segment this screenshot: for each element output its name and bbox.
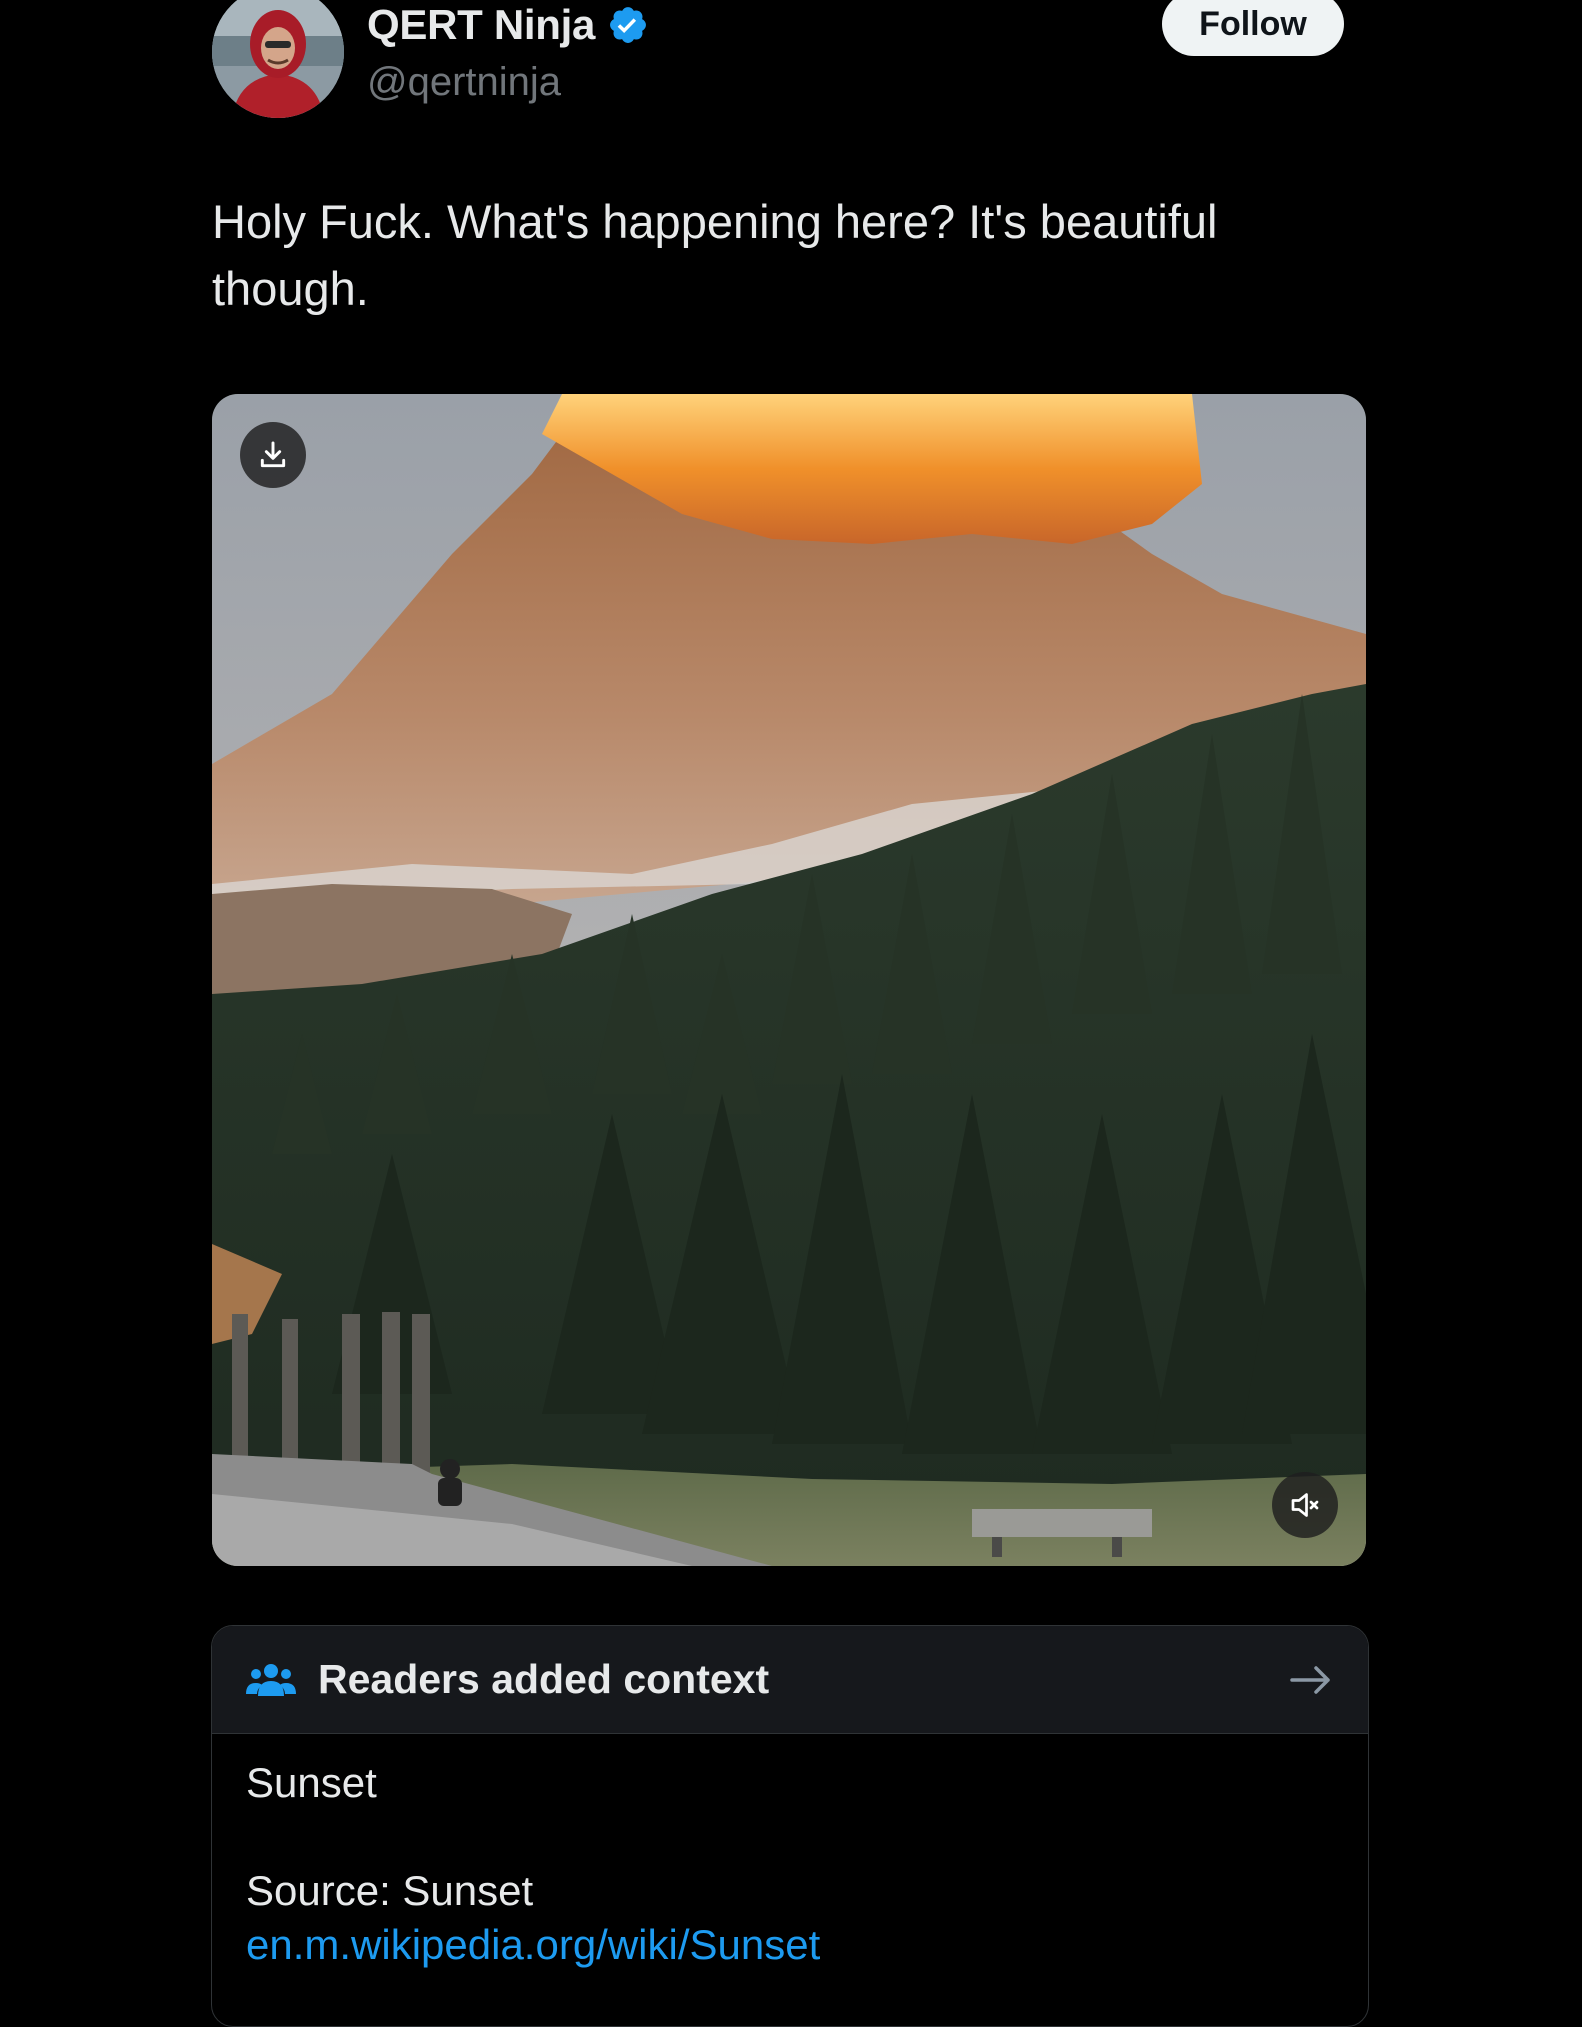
download-button[interactable]: [240, 422, 306, 488]
note-text: Sunset: [246, 1759, 377, 1806]
download-icon: [260, 441, 286, 468]
community-note-header[interactable]: Readers added context: [212, 1626, 1368, 1734]
follow-button[interactable]: Follow: [1162, 0, 1344, 56]
note-source: Source: Sunset: [246, 1867, 534, 1914]
display-name[interactable]: QERT Ninja: [367, 0, 595, 50]
community-note-title: Readers added context: [318, 1656, 770, 1702]
verified-badge-icon: [607, 4, 649, 46]
author-handle[interactable]: @qertninja: [367, 58, 561, 106]
note-source-link[interactable]: en.m.wikipedia.org/wiki/Sunset: [246, 1918, 1334, 1972]
community-note: Readers added context Sunset Source: Sun…: [211, 1625, 1369, 2027]
avatar-photo: [212, 0, 344, 118]
people-icon: [246, 1663, 296, 1696]
video-frame: [212, 394, 1366, 1566]
avatar[interactable]: [212, 0, 344, 118]
tweet-text: Holy Fuck. What's happening here? It's b…: [212, 195, 1218, 315]
author-name-row[interactable]: QERT Ninja: [367, 0, 649, 50]
community-note-body: Sunset Source: Sunset en.m.wikipedia.org…: [212, 1734, 1368, 1972]
arrow-right-icon: [1290, 1665, 1330, 1694]
tweet-video[interactable]: [212, 394, 1366, 1566]
mute-button[interactable]: [1272, 1472, 1338, 1538]
speaker-muted-icon: [1291, 1493, 1319, 1517]
